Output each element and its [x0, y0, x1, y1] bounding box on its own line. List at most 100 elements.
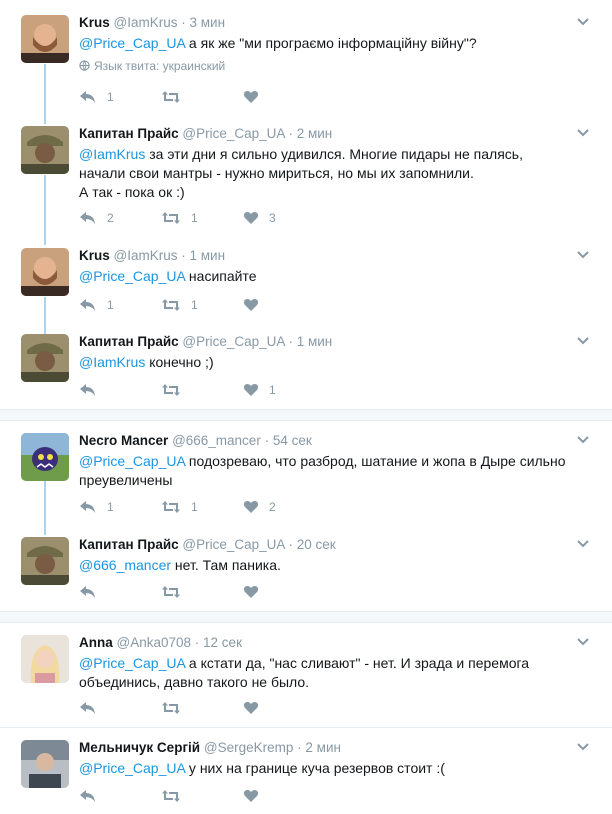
timestamp[interactable]: · 1 мин — [288, 334, 332, 349]
thread-line — [44, 175, 46, 245]
display-name[interactable]: Мельничук Сергій — [79, 740, 200, 755]
retweet-icon — [162, 702, 180, 714]
mention-link[interactable]: @Price_Cap_UA — [79, 268, 185, 284]
chevron-down-icon[interactable] — [576, 539, 590, 549]
avatar[interactable] — [21, 635, 69, 683]
reply-button[interactable] — [79, 583, 107, 601]
heart-icon — [243, 501, 259, 513]
username[interactable]: @IamKrus — [114, 15, 178, 30]
mention-link[interactable]: @Price_Cap_UA — [79, 35, 185, 51]
tweet-text: @Price_Cap_UA подозреваю, что разброд, ш… — [79, 453, 566, 488]
reply-button[interactable] — [79, 787, 107, 805]
display-name[interactable]: Krus — [79, 15, 110, 30]
retweet-button[interactable] — [161, 787, 191, 805]
username[interactable]: @IamKrus — [114, 248, 178, 263]
retweet-button[interactable] — [161, 381, 191, 399]
timestamp[interactable]: · 20 сек — [288, 537, 335, 552]
conversation-separator — [0, 409, 612, 421]
username[interactable]: @666_mancer — [172, 433, 261, 448]
like-button[interactable] — [243, 699, 269, 717]
timestamp[interactable]: · 1 мин — [181, 248, 225, 263]
avatar[interactable] — [21, 126, 69, 174]
tweet-language: Язык твита: украинский — [79, 59, 225, 73]
retweet-button[interactable]: 1 — [161, 209, 198, 227]
reply-icon — [80, 212, 95, 224]
tweet-header: Капитан Прайс @Price_Cap_UA · 20 сек — [79, 537, 336, 552]
display-name[interactable]: Капитан Прайс — [79, 537, 179, 552]
username[interactable]: @Price_Cap_UA — [182, 334, 284, 349]
like-button[interactable] — [243, 583, 269, 601]
timestamp[interactable]: · 54 сек — [265, 433, 312, 448]
like-button[interactable]: 2 — [243, 498, 276, 516]
display-name[interactable]: Капитан Прайс — [79, 334, 179, 349]
retweet-icon — [162, 586, 180, 598]
display-name[interactable]: Necro Mancer — [79, 433, 168, 448]
retweet-icon — [162, 501, 180, 513]
like-button[interactable]: 1 — [243, 381, 276, 399]
tweet-header: Krus @IamKrus · 1 мин — [79, 248, 225, 263]
username[interactable]: @Price_Cap_UA — [182, 126, 284, 141]
chevron-down-icon[interactable] — [576, 250, 590, 260]
retweet-icon — [162, 299, 180, 311]
reply-button[interactable]: 1 — [79, 88, 114, 106]
mention-link[interactable]: @Price_Cap_UA — [79, 760, 185, 776]
tweet-header: Krus @IamKrus · 3 мин — [79, 15, 225, 30]
username[interactable]: @Price_Cap_UA — [182, 537, 284, 552]
chevron-down-icon[interactable] — [576, 742, 590, 752]
chevron-down-icon[interactable] — [576, 336, 590, 346]
retweet-button[interactable] — [161, 583, 191, 601]
retweet-icon — [162, 384, 180, 396]
reply-button[interactable]: 1 — [79, 498, 114, 516]
mention-link[interactable]: @IamKrus — [79, 146, 145, 162]
avatar[interactable] — [21, 15, 69, 63]
tweet-header: Anna @Anka0708 · 12 сек — [79, 635, 242, 650]
heart-icon — [243, 384, 259, 396]
avatar[interactable] — [21, 334, 69, 382]
timestamp[interactable]: · 2 мин — [297, 740, 341, 755]
display-name[interactable]: Anna — [79, 635, 113, 650]
timestamp[interactable]: · 12 сек — [195, 635, 242, 650]
like-button[interactable] — [243, 88, 269, 106]
retweet-button[interactable]: 1 — [161, 498, 198, 516]
retweet-button[interactable] — [161, 88, 191, 106]
avatar[interactable] — [21, 537, 69, 585]
reply-button[interactable]: 1 — [79, 296, 114, 314]
like-button[interactable] — [243, 296, 269, 314]
heart-icon — [243, 790, 259, 802]
avatar[interactable] — [21, 248, 69, 296]
conversation-separator — [0, 611, 612, 623]
retweet-button[interactable] — [161, 699, 191, 717]
reply-icon — [80, 501, 95, 513]
retweet-icon — [162, 790, 180, 802]
reply-button[interactable] — [79, 699, 107, 717]
username[interactable]: @SergeKremp — [204, 740, 294, 755]
reply-button[interactable] — [79, 381, 107, 399]
mention-link[interactable]: @IamKrus — [79, 354, 145, 370]
avatar[interactable] — [21, 433, 69, 481]
like-button[interactable]: 3 — [243, 209, 276, 227]
reply-button[interactable]: 2 — [79, 209, 114, 227]
retweet-button[interactable]: 1 — [161, 296, 198, 314]
chevron-down-icon[interactable] — [576, 17, 590, 27]
chevron-down-icon[interactable] — [576, 128, 590, 138]
heart-icon — [243, 702, 259, 714]
heart-icon — [243, 299, 259, 311]
mention-link[interactable]: @Price_Cap_UA — [79, 655, 185, 671]
like-button[interactable] — [243, 787, 269, 805]
timestamp[interactable]: · 2 мин — [288, 126, 332, 141]
display-name[interactable]: Капитан Прайс — [79, 126, 179, 141]
tweet-text: @666_mancer нет. Там паника. — [79, 557, 281, 573]
mention-link[interactable]: @Price_Cap_UA — [79, 453, 185, 469]
timestamp[interactable]: · 3 мин — [181, 15, 225, 30]
thread-line — [44, 64, 46, 124]
reply-icon — [80, 586, 95, 598]
avatar[interactable] — [21, 740, 69, 788]
username[interactable]: @Anka0708 — [117, 635, 192, 650]
display-name[interactable]: Krus — [79, 248, 110, 263]
tweet-text: @Price_Cap_UA насипайте — [79, 268, 257, 284]
retweet-icon — [162, 91, 180, 103]
mention-link[interactable]: @666_mancer — [79, 557, 171, 573]
tweet-text: @IamKrus за эти дни я сильно удивился. М… — [79, 146, 523, 200]
chevron-down-icon[interactable] — [576, 637, 590, 647]
chevron-down-icon[interactable] — [576, 435, 590, 445]
